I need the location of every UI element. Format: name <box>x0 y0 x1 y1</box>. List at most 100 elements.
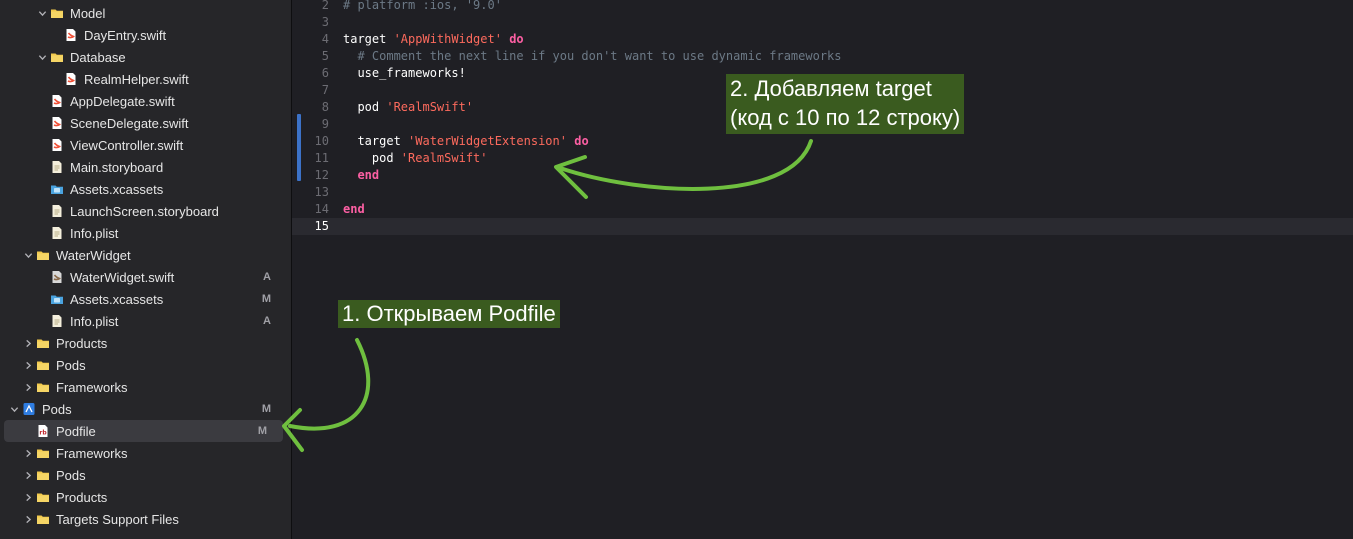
code-text: end <box>343 167 379 184</box>
code-token: target <box>343 32 394 46</box>
code-token: use_frameworks! <box>343 66 466 80</box>
folder-icon <box>36 248 50 262</box>
source-control-status: M <box>257 425 267 437</box>
line-number: 13 <box>314 185 329 199</box>
navigator-item-label: Pods <box>42 401 72 417</box>
navigator-item[interactable]: Frameworks <box>0 376 291 398</box>
navigator-item-label: DayEntry.swift <box>84 27 167 43</box>
code-line[interactable]: 14 end <box>292 201 1353 218</box>
code-token: pod <box>343 151 401 165</box>
navigator-item-label: ViewController.swift <box>70 137 184 153</box>
navigator-item-label: Info.plist <box>70 313 119 329</box>
navigator-item[interactable]: Pods M <box>0 398 291 420</box>
chevron-right-icon[interactable] <box>22 337 34 349</box>
code-token: target <box>343 134 409 148</box>
chevron-right-icon[interactable] <box>22 381 34 393</box>
chevron-right-icon[interactable] <box>22 469 34 481</box>
navigator-item[interactable]: LaunchScreen.storyboard <box>0 200 291 222</box>
code-line[interactable]: 10 target 'WaterWidgetExtension' do <box>292 133 1353 150</box>
chevron-right-icon[interactable] <box>22 359 34 371</box>
annotation-step2-line2: (код с 10 по 12 строку) <box>730 105 961 130</box>
folder-icon <box>36 468 50 482</box>
navigator-item[interactable]: Pods <box>0 464 291 486</box>
navigator-item[interactable]: DayEntry.swift <box>0 24 291 46</box>
code-line[interactable]: 4 target 'AppWithWidget' do <box>292 31 1353 48</box>
navigator-item-label: WaterWidget <box>56 247 131 263</box>
code-text: use_frameworks! <box>343 65 466 82</box>
code-token: 'RealmSwift' <box>386 100 474 114</box>
file-icon <box>50 270 64 284</box>
code-text: target 'WaterWidgetExtension' do <box>343 133 588 150</box>
navigator-item[interactable]: RealmHelper.swift <box>0 68 291 90</box>
navigator-item[interactable]: Model <box>0 2 291 24</box>
navigator-item-label: LaunchScreen.storyboard <box>70 203 219 219</box>
folder-icon <box>36 512 50 526</box>
file-icon <box>50 116 64 130</box>
navigator-item[interactable]: WaterWidget <box>0 244 291 266</box>
navigator-item[interactable]: Info.plist <box>0 222 291 244</box>
annotation-step1-text: 1. Открываем Podfile <box>342 301 556 326</box>
folder-icon <box>50 50 64 64</box>
code-line[interactable]: 2 # platform :ios, '9.0' <box>292 0 1353 14</box>
folder-icon <box>36 446 50 460</box>
code-token: 'RealmSwift' <box>400 151 488 165</box>
code-line[interactable]: 5 # Comment the next line if you don't w… <box>292 48 1353 65</box>
navigator-item-label: AppDelegate.swift <box>70 93 175 109</box>
navigator-item[interactable]: Targets Support Files <box>0 508 291 530</box>
navigator-item[interactable]: Main.storyboard <box>0 156 291 178</box>
project-navigator: Model DayEntry.swift Database RealmHelper.s… <box>0 0 292 539</box>
navigator-item[interactable]: Pods <box>0 354 291 376</box>
folder-icon <box>36 490 50 504</box>
code-line[interactable]: 11 pod 'RealmSwift' <box>292 150 1353 167</box>
navigator-item[interactable]: rb Podfile M <box>4 420 283 442</box>
code-line[interactable]: 15 <box>292 218 1353 235</box>
navigator-item[interactable]: Assets.xcassets <box>0 178 291 200</box>
source-control-status: A <box>263 315 271 327</box>
navigator-item[interactable]: WaterWidget.swift A <box>0 266 291 288</box>
code-token: 'AppWithWidget' <box>393 32 502 46</box>
chevron-right-icon[interactable] <box>22 491 34 503</box>
code-token: end <box>357 168 380 182</box>
navigator-item-label: Products <box>56 335 108 351</box>
line-number: 8 <box>321 100 329 114</box>
annotation-step2-line1: 2. Добавляем target <box>730 76 932 101</box>
navigator-item[interactable]: SceneDelegate.swift <box>0 112 291 134</box>
code-text: # platform :ios, '9.0' <box>343 0 502 14</box>
code-text: end <box>343 201 365 218</box>
code-token: end <box>343 202 365 216</box>
file-icon <box>50 138 64 152</box>
code-text: pod 'RealmSwift' <box>343 99 473 116</box>
code-line[interactable]: 13 <box>292 184 1353 201</box>
navigator-item-label: Info.plist <box>70 225 119 241</box>
navigator-item-label: SceneDelegate.swift <box>70 115 189 131</box>
code-token: pod <box>343 100 387 114</box>
code-line[interactable]: 12 end <box>292 167 1353 184</box>
file-icon <box>50 160 64 174</box>
navigator-item[interactable]: Assets.xcassets M <box>0 288 291 310</box>
code-line[interactable]: 3 <box>292 14 1353 31</box>
chevron-right-icon[interactable] <box>22 513 34 525</box>
chevron-down-icon[interactable] <box>36 7 48 19</box>
navigator-item-label: Database <box>70 49 126 65</box>
navigator-item-label: Main.storyboard <box>70 159 164 175</box>
navigator-item[interactable]: AppDelegate.swift <box>0 90 291 112</box>
chevron-down-icon[interactable] <box>36 51 48 63</box>
file-icon <box>64 72 78 86</box>
chevron-down-icon[interactable] <box>8 403 20 415</box>
navigator-item[interactable]: Database <box>0 46 291 68</box>
navigator-item-label: Podfile <box>56 423 96 439</box>
code-text: pod 'RealmSwift' <box>343 150 488 167</box>
navigator-item[interactable]: Frameworks <box>0 442 291 464</box>
navigator-item[interactable]: Products <box>0 332 291 354</box>
file-icon <box>50 314 64 328</box>
navigator-item[interactable]: Products <box>0 486 291 508</box>
chevron-right-icon[interactable] <box>22 447 34 459</box>
navigator-item[interactable]: ViewController.swift <box>0 134 291 156</box>
navigator-item-label: Model <box>70 5 106 21</box>
line-number: 14 <box>314 202 329 216</box>
navigator-item[interactable]: Info.plist A <box>0 310 291 332</box>
annotation-step1: 1. Открываем Podfile <box>338 300 560 328</box>
file-icon <box>50 94 64 108</box>
chevron-down-icon[interactable] <box>22 249 34 261</box>
